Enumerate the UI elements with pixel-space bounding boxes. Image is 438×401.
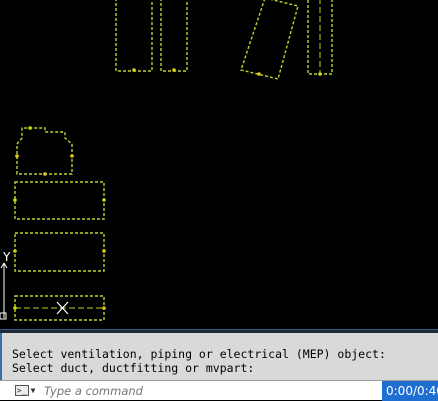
grip [132, 68, 136, 72]
grip [15, 154, 19, 158]
grip [172, 68, 176, 72]
duct-segment-2 [160, 0, 188, 72]
x-marker [56, 301, 69, 315]
grip [102, 249, 106, 253]
grip [13, 306, 17, 310]
command-history: Select ventilation, piping or electrical… [0, 333, 438, 380]
command-bar: >_ ▼ 0:00/0:40 [0, 380, 438, 401]
grip [257, 72, 261, 76]
command-input[interactable] [40, 381, 382, 400]
duct-segment-angled [240, 0, 299, 80]
grip [318, 72, 322, 76]
drawing-viewport[interactable]: Y [0, 0, 438, 330]
duct-fitting [16, 127, 73, 175]
grip [102, 198, 106, 202]
duct-run-1 [14, 181, 105, 220]
grip [70, 154, 74, 158]
drawing-canvas[interactable]: Y [0, 0, 438, 330]
ucs-icon [0, 262, 8, 320]
grip [43, 172, 47, 176]
command-prompt-icon: >_ [14, 385, 29, 396]
grip [13, 249, 17, 253]
timer-display: 0:00/0:40 [382, 380, 438, 401]
command-prompt-button[interactable]: >_ ▼ [10, 382, 40, 400]
history-line: Select ventilation, piping or electrical… [12, 347, 386, 361]
duct-run-2 [14, 232, 105, 272]
grip [102, 306, 106, 310]
ucs-y-label: Y [2, 250, 11, 264]
history-line: Select duct, ductfitting or mvpart: [12, 361, 255, 375]
grip [13, 198, 17, 202]
chevron-down-icon: ▼ [30, 386, 36, 395]
grip [28, 126, 32, 130]
duct-segment-1 [115, 0, 153, 72]
